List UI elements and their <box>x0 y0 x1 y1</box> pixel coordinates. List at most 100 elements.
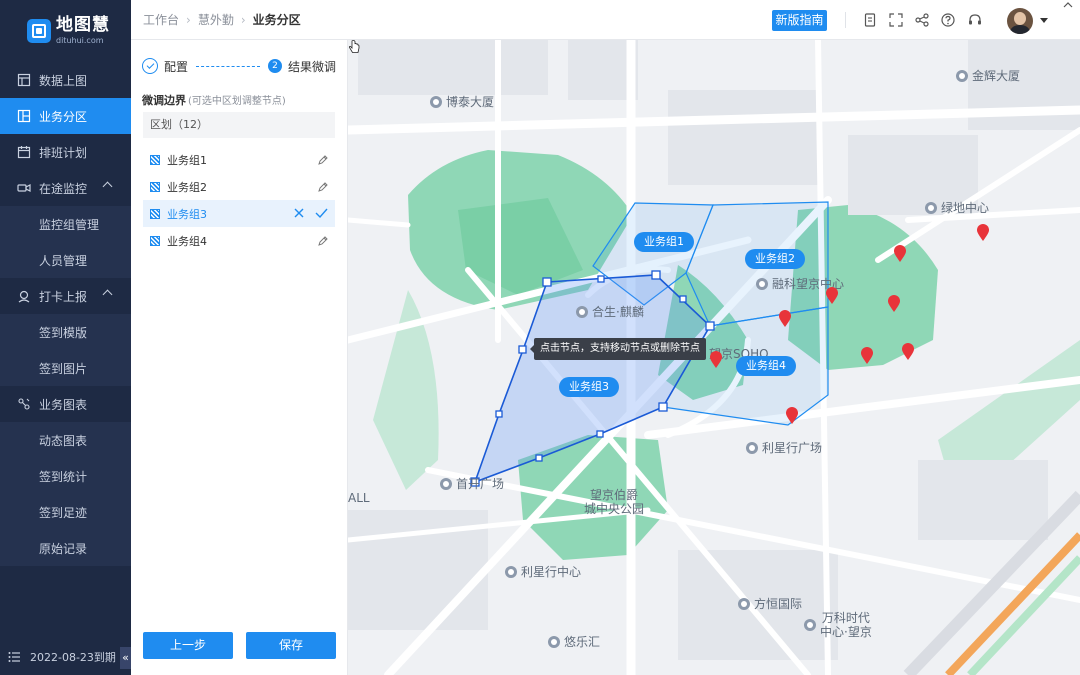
sidebar-item-schedule[interactable]: 排班计划 <box>0 134 131 170</box>
map-canvas[interactable]: 金辉大厦 博泰大厦 绿地中心 融科望京中心 合生·麒麟 望京SOHO 利星行广场… <box>348 40 1080 675</box>
sidebar-subitem-check-in-photos[interactable]: 签到图片 <box>0 350 131 386</box>
poi-youlehui[interactable]: 悠乐汇 <box>548 633 600 650</box>
location-pin-icon[interactable] <box>893 245 907 263</box>
highway <box>967 555 1080 675</box>
list-icon[interactable] <box>8 651 20 663</box>
edit-boundary-icon[interactable] <box>318 154 329 165</box>
step-2-label: 结果微调 <box>288 59 337 74</box>
camera-icon <box>17 181 31 195</box>
sidebar-item-label: 业务图表 <box>39 397 88 412</box>
chevron-up-icon[interactable] <box>1062 0 1074 10</box>
map-block <box>358 40 548 95</box>
sidebar-item-label: 打卡上报 <box>39 289 88 304</box>
share-icon[interactable] <box>914 12 930 28</box>
previous-step-button[interactable]: 上一步 <box>143 631 233 659</box>
step-1-label[interactable]: 配置 <box>164 58 188 75</box>
building-icon <box>576 305 588 318</box>
panel-footer: 上一步 保存 <box>131 615 348 675</box>
collapse-sidebar-button[interactable]: « <box>120 647 131 669</box>
fullscreen-icon[interactable] <box>888 12 904 28</box>
edit-boundary-icon[interactable] <box>318 235 329 246</box>
headset-icon[interactable] <box>967 12 983 28</box>
sidebar-subitem-staff[interactable]: 人员管理 <box>0 242 131 278</box>
map-logo-icon <box>27 19 51 43</box>
chevron-right-icon: › <box>186 12 191 27</box>
breadcrumb-current: 业务分区 <box>252 13 301 27</box>
zone-label-group4[interactable]: 业务组4 <box>736 356 796 376</box>
zone-label-group1[interactable]: 业务组1 <box>634 232 694 252</box>
breadcrumb-workbench[interactable]: 工作台 <box>143 11 179 28</box>
location-pin-icon[interactable] <box>825 287 839 305</box>
location-pin-icon[interactable] <box>709 351 723 369</box>
step-done-check-icon <box>142 58 158 74</box>
location-pin-icon[interactable] <box>860 347 874 365</box>
poi-fangheng-intl[interactable]: 方恒国际 <box>738 595 802 612</box>
group-list: 业务组1 业务组2 业务组3 业务组4 <box>143 146 335 254</box>
group-label: 业务组2 <box>167 180 207 194</box>
poi-lixinghang-center[interactable]: 利星行中心 <box>505 563 581 580</box>
poi-vanke-times[interactable]: 万科时代 中心·望京 <box>804 611 872 639</box>
step-2-number: 2 <box>268 59 283 73</box>
group-item-1[interactable]: 业务组1 <box>143 146 335 173</box>
user-avatar[interactable] <box>1007 8 1033 34</box>
section-title-text: 微调边界 <box>142 94 186 107</box>
group-label: 业务组1 <box>167 153 207 167</box>
building-icon <box>548 635 560 648</box>
region-header: 区划（12） <box>143 112 335 138</box>
hatch-swatch-icon <box>150 208 160 219</box>
location-pin-icon[interactable] <box>887 295 901 313</box>
location-pin-icon[interactable] <box>976 224 990 242</box>
breadcrumb-field-service[interactable]: 慧外勤 <box>198 11 234 28</box>
section-title: 微调边界 (可选中区划调整节点) <box>131 92 347 110</box>
edit-boundary-icon[interactable] <box>318 181 329 192</box>
app-logo[interactable]: 地图慧 dituhui.com <box>0 0 131 62</box>
save-button[interactable]: 保存 <box>246 631 336 659</box>
poi-lixinghang-plaza[interactable]: 利星行广场 <box>746 439 822 456</box>
building-icon <box>804 619 816 631</box>
caret-down-icon[interactable] <box>1040 18 1048 23</box>
poi-greenland-center[interactable]: 绿地中心 <box>925 199 989 216</box>
hatch-swatch-icon <box>150 235 160 246</box>
group-item-2[interactable]: 业务组2 <box>143 173 335 200</box>
sidebar-item-business-charts[interactable]: 业务图表 <box>0 386 131 422</box>
group-item-3[interactable]: 业务组3 <box>143 200 335 227</box>
poi-wangjing-park[interactable]: 望京伯爵 城中央公园 <box>584 488 644 516</box>
close-icon[interactable] <box>293 207 305 219</box>
document-icon[interactable] <box>862 12 878 28</box>
building-icon <box>430 95 442 108</box>
poi-shoukai-plaza[interactable]: 首开广场 <box>440 475 504 492</box>
chevron-right-icon: › <box>240 12 246 27</box>
sidebar-subitem-raw-records[interactable]: 原始记录 <box>0 530 131 566</box>
location-icon <box>17 289 31 303</box>
expiry-date: 2022-08-23到期 <box>30 651 116 664</box>
sidebar-subitem-dynamic-charts[interactable]: 动态图表 <box>0 422 131 458</box>
sidebar-item-label: 排班计划 <box>39 145 88 160</box>
sidebar-item-check-in[interactable]: 打卡上报 <box>0 278 131 314</box>
calendar-icon <box>17 145 31 159</box>
poi-hesheng-qilin[interactable]: 合生·麒麟 <box>576 303 644 320</box>
help-icon[interactable] <box>940 12 956 28</box>
group-item-4[interactable]: 业务组4 <box>143 227 335 254</box>
building-icon <box>440 477 452 490</box>
poi-jinhui-tower[interactable]: 金辉大厦 <box>956 67 1020 84</box>
building-icon <box>956 69 968 82</box>
building-icon <box>925 201 937 214</box>
zone-label-group3[interactable]: 业务组3 <box>559 377 619 397</box>
zone-adjust-panel: 配置 2 结果微调 微调边界 (可选中区划调整节点) 区划（12） 业务组1 业务… <box>131 40 348 675</box>
location-pin-icon[interactable] <box>785 407 799 425</box>
sidebar-subitem-check-in-stats[interactable]: 签到统计 <box>0 458 131 494</box>
sidebar-item-monitoring[interactable]: 在途监控 <box>0 170 131 206</box>
sidebar-subitem-monitor-groups[interactable]: 监控组管理 <box>0 206 131 242</box>
new-guide-button[interactable]: 新版指南 <box>772 10 827 31</box>
location-pin-icon[interactable] <box>901 343 915 361</box>
zone-label-group2[interactable]: 业务组2 <box>745 249 805 269</box>
location-pin-icon[interactable] <box>778 310 792 328</box>
sidebar-subitem-check-in-tracks[interactable]: 签到足迹 <box>0 494 131 530</box>
sidebar-item-data-upload[interactable]: 数据上图 <box>0 62 131 98</box>
poi-botai-tower[interactable]: 博泰大厦 <box>430 93 494 110</box>
sidebar-item-business-zones[interactable]: 业务分区 <box>0 98 131 134</box>
hatch-swatch-icon <box>150 181 160 192</box>
sidebar-subitem-check-in-template[interactable]: 签到模版 <box>0 314 131 350</box>
check-icon[interactable] <box>315 207 328 219</box>
nav-menu: 数据上图 业务分区 排班计划 在途监控 监控组管理 人员管理 打卡上报 签到模版… <box>0 62 131 566</box>
